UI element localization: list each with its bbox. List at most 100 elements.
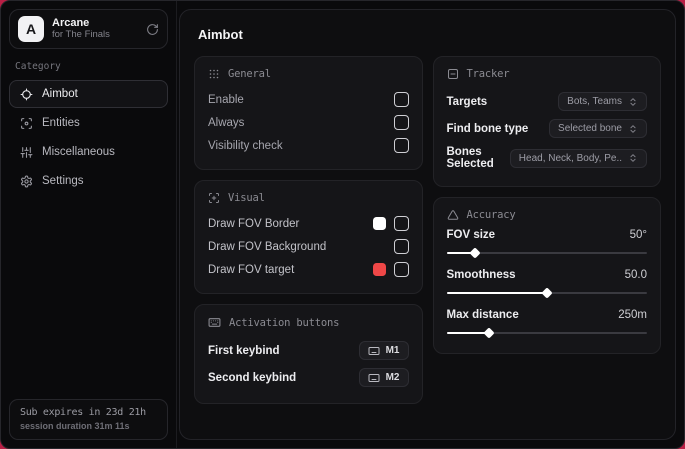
setting-row-fov-background: Draw FOV Background xyxy=(208,235,409,258)
sidebar-item-label: Settings xyxy=(42,175,84,187)
setting-row-second-keybind: Second keybind M2 xyxy=(208,364,409,391)
chevrons-up-down-icon xyxy=(628,97,638,107)
subscription-info: Sub expires in 23d 21h session duration … xyxy=(9,399,168,440)
setting-label: Smoothness xyxy=(446,269,516,281)
slider-fill xyxy=(446,332,489,334)
chevrons-up-down-icon xyxy=(628,153,638,163)
slider-thumb[interactable] xyxy=(468,247,481,259)
card-title: Accuracy xyxy=(466,209,516,221)
select-value: Bots, Teams xyxy=(567,96,622,107)
setting-group-fov-size: FOV size 50° xyxy=(446,229,647,259)
fov-border-checkbox[interactable] xyxy=(393,216,409,231)
setting-label: Draw FOV Border xyxy=(208,217,300,230)
setting-label: Second keybind xyxy=(208,371,297,384)
setting-label: Draw FOV target xyxy=(208,263,295,276)
sidebar-item-label: Aimbot xyxy=(42,88,78,100)
visibility-check-checkbox[interactable] xyxy=(393,138,409,153)
card-title: Activation buttons xyxy=(229,316,340,329)
main-panel: Aimbot General Enable Always Visibility … xyxy=(179,9,676,440)
brand-initial: A xyxy=(25,21,37,37)
sidebar-item-aimbot[interactable]: Aimbot xyxy=(9,80,168,108)
keyboard-icon xyxy=(208,316,221,329)
setting-value: 50.0 xyxy=(624,269,647,281)
minus-square-icon xyxy=(447,68,459,80)
sub-expiry-text: Sub expires in 23d 21h xyxy=(20,407,146,418)
sidebar-item-label: Miscellaneous xyxy=(42,146,115,158)
brand-name: Arcane xyxy=(52,17,90,30)
setting-label: Bones Selected xyxy=(446,146,494,170)
keybind-value: M2 xyxy=(385,372,400,383)
setting-row-fov-target: Draw FOV target xyxy=(208,258,409,281)
keyboard-icon xyxy=(368,345,380,357)
max-distance-slider[interactable] xyxy=(446,327,647,339)
select-value: Head, Neck, Body, Pe.. xyxy=(518,152,622,164)
setting-value: 250m xyxy=(618,309,647,321)
focus-plus-icon xyxy=(208,192,220,204)
session-duration-text: session duration 31m 11s xyxy=(20,421,130,431)
fov-size-slider[interactable] xyxy=(446,247,647,259)
app-window: A Arcane for The Finals Category Aimbot … xyxy=(0,0,685,449)
triangle-icon xyxy=(447,209,459,221)
right-column: Tracker Targets Bots, Teams Find bone ty… xyxy=(432,56,661,354)
setting-row-first-keybind: First keybind M1 xyxy=(208,337,409,364)
sidebar-nav: Aimbot Entities Miscellaneous Settings xyxy=(9,80,168,195)
grip-grid-icon xyxy=(208,68,220,80)
visual-card: Visual Draw FOV Border Draw FOV Backgrou… xyxy=(194,180,423,294)
setting-group-max-distance: Max distance 250m xyxy=(446,309,647,339)
category-label: Category xyxy=(15,61,61,72)
setting-label: Visibility check xyxy=(208,139,283,152)
brand-card: A Arcane for The Finals xyxy=(9,9,168,49)
visual-card-header: Visual xyxy=(208,192,409,204)
keybind-value: M1 xyxy=(385,345,400,356)
slider-thumb[interactable] xyxy=(541,287,553,299)
fov-border-color-swatch[interactable] xyxy=(372,217,386,230)
sliders-icon xyxy=(20,146,33,159)
setting-row-bones-selected: Bones Selected Head, Neck, Body, Pe.. xyxy=(446,142,647,174)
accuracy-card: Accuracy FOV size 50° Smoothness 50.0 Ma… xyxy=(432,197,661,354)
page-title: Aimbot xyxy=(198,27,243,42)
setting-label: First keybind xyxy=(208,344,280,357)
refresh-icon[interactable] xyxy=(146,23,159,36)
crosshair-icon xyxy=(20,88,33,101)
select-value: Selected bone xyxy=(558,123,622,134)
setting-label: Draw FOV Background xyxy=(208,240,327,253)
setting-row-fov-border: Draw FOV Border xyxy=(208,212,409,235)
setting-label: Find bone type xyxy=(446,122,529,135)
bones-selected-select[interactable]: Head, Neck, Body, Pe.. xyxy=(509,148,647,168)
fov-target-checkbox[interactable] xyxy=(393,262,409,277)
targets-select[interactable]: Bots, Teams xyxy=(558,92,647,111)
always-checkbox[interactable] xyxy=(393,115,409,130)
general-card-header: General xyxy=(208,68,409,80)
card-title: General xyxy=(228,68,271,80)
setting-row-enable: Enable xyxy=(208,88,409,111)
brand-text: Arcane for The Finals xyxy=(52,17,138,41)
fov-target-color-swatch[interactable] xyxy=(372,263,386,276)
setting-group-smoothness: Smoothness 50.0 xyxy=(446,269,647,299)
activation-card-header: Activation buttons xyxy=(208,316,409,329)
fov-background-checkbox[interactable] xyxy=(393,239,409,254)
gear-icon xyxy=(20,175,33,188)
setting-label: Targets xyxy=(446,95,488,108)
slider-fill xyxy=(446,292,547,294)
sidebar-item-miscellaneous[interactable]: Miscellaneous xyxy=(9,138,168,166)
sidebar: A Arcane for The Finals Category Aimbot … xyxy=(1,1,177,448)
smoothness-slider[interactable] xyxy=(446,287,647,299)
content-columns: General Enable Always Visibility check V… xyxy=(194,56,661,404)
tracker-card: Tracker Targets Bots, Teams Find bone ty… xyxy=(432,56,661,187)
setting-row-visibility-check: Visibility check xyxy=(208,134,409,157)
setting-row-targets: Targets Bots, Teams xyxy=(446,88,647,115)
brand-logo: A xyxy=(18,16,44,42)
scan-eye-icon xyxy=(20,117,33,130)
slider-thumb[interactable] xyxy=(482,327,495,339)
setting-label: Enable xyxy=(208,93,244,106)
setting-row-always: Always xyxy=(208,111,409,134)
activation-buttons-card: Activation buttons First keybind M1 Seco… xyxy=(194,304,423,404)
first-keybind-button[interactable]: M1 xyxy=(358,341,409,360)
sidebar-item-settings[interactable]: Settings xyxy=(9,167,168,195)
enable-checkbox[interactable] xyxy=(393,92,409,107)
card-title: Tracker xyxy=(466,68,510,80)
sidebar-item-entities[interactable]: Entities xyxy=(9,109,168,137)
find-bone-type-select[interactable]: Selected bone xyxy=(549,119,647,138)
sidebar-item-label: Entities xyxy=(42,117,80,129)
second-keybind-button[interactable]: M2 xyxy=(358,368,409,387)
